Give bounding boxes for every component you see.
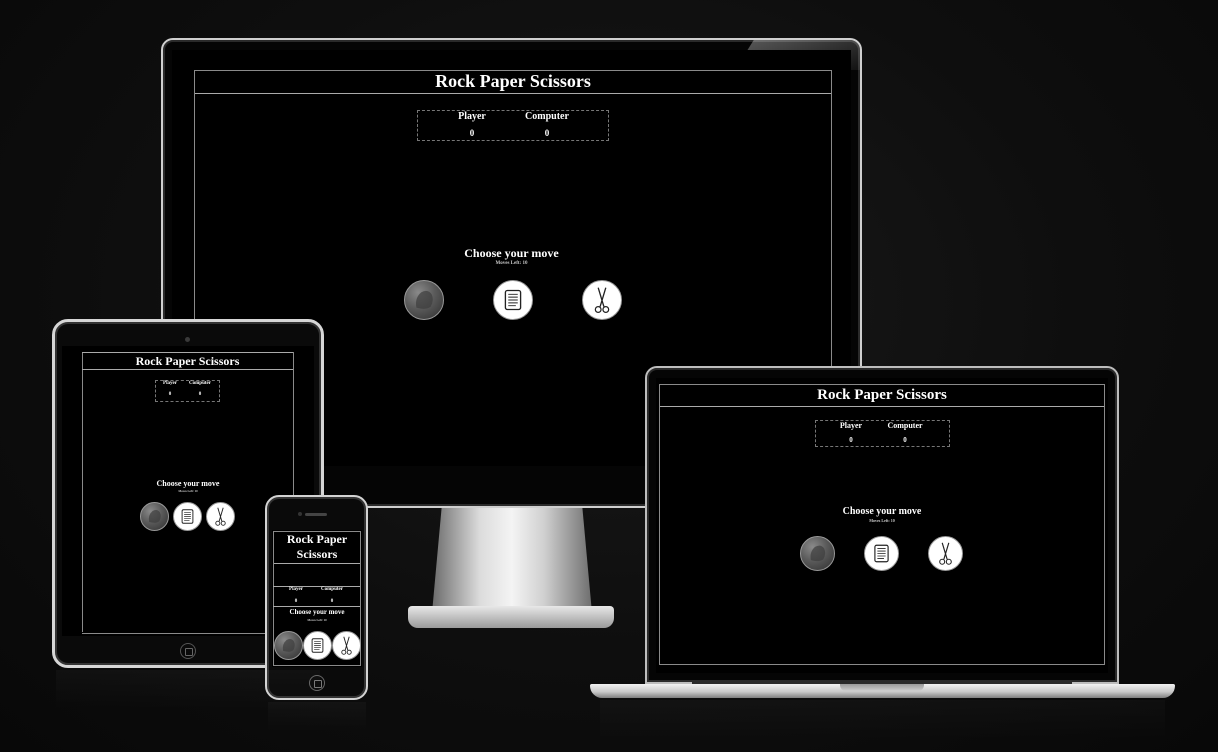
page-title-line-2: Scissors [296, 547, 338, 561]
player-label: Player [163, 381, 177, 386]
scissors-button[interactable] [928, 536, 963, 571]
page-bottom-line [82, 633, 294, 634]
scissors-button[interactable] [206, 502, 235, 531]
tablet-camera [185, 337, 190, 342]
computer-label: Computer [887, 421, 923, 430]
rock-button[interactable] [274, 631, 303, 660]
rock-icon [810, 545, 826, 562]
computer-label: Computer [321, 587, 343, 592]
scissors-button[interactable] [332, 631, 361, 660]
paper-button[interactable] [303, 631, 332, 660]
monitor-stand-neck [432, 508, 592, 613]
phone-reflection [268, 702, 366, 732]
player-label: Player [458, 111, 486, 122]
page-title: Rock Paper Scissors [82, 352, 293, 370]
computer-score: 0 [544, 128, 550, 138]
phone-camera [298, 512, 302, 516]
moves-left: Moves Left: 10 [178, 489, 198, 493]
paper-icon [874, 544, 889, 563]
rock-icon [148, 510, 161, 523]
player-label: Player [839, 421, 863, 430]
player-score: 0 [168, 392, 172, 397]
choose-move-heading: Choose your move [156, 479, 220, 488]
moves-left: Moves Left: 10 [307, 618, 327, 622]
rock-button[interactable] [800, 536, 835, 571]
laptop-reflection [600, 700, 1165, 740]
choose-move-heading: Choose your move [289, 608, 345, 616]
computer-label: Computer [525, 111, 569, 122]
page-title: Rock Paper Scissors [660, 384, 1104, 407]
rock-button[interactable] [140, 502, 169, 531]
scissors-icon [594, 287, 610, 313]
phone-screen: Rock Paper Scissors Player Computer 0 0 … [272, 530, 362, 667]
computer-label: Computer [189, 381, 211, 386]
scissors-icon [341, 636, 352, 655]
paper-button[interactable] [864, 536, 899, 571]
player-score: 0 [849, 436, 853, 444]
paper-icon [181, 509, 194, 524]
computer-score: 0 [903, 436, 907, 444]
rock-icon [415, 290, 433, 309]
scissors-icon [939, 542, 952, 565]
rock-button[interactable] [404, 280, 444, 320]
page-title-line-1: Rock Paper [286, 532, 348, 546]
paper-icon [311, 638, 324, 653]
page-title: Rock Paper Scissors [195, 70, 831, 94]
laptop-screen: Rock Paper Scissors Player Computer 0 0 … [656, 378, 1108, 673]
moves-left: Moves Left: 10 [869, 518, 895, 523]
monitor-stand-foot [408, 606, 614, 628]
page-title: Rock Paper Scissors [274, 532, 360, 564]
tablet-home-button [180, 643, 196, 659]
paper-icon [504, 289, 522, 311]
scissors-icon [215, 507, 226, 526]
phone-speaker [305, 513, 327, 516]
laptop-notch [840, 684, 924, 691]
computer-score: 0 [330, 599, 334, 604]
player-score: 0 [469, 128, 475, 138]
choose-move-heading: Choose your move [842, 506, 922, 517]
paper-button[interactable] [493, 280, 533, 320]
rock-icon [282, 639, 295, 652]
scissors-button[interactable] [582, 280, 622, 320]
moves-left: Moves Left: 10 [495, 261, 528, 266]
choose-move-heading: Choose your move [464, 246, 559, 260]
paper-button[interactable] [173, 502, 202, 531]
player-score: 0 [294, 599, 298, 604]
player-label: Player [289, 587, 303, 592]
computer-score: 0 [198, 392, 202, 397]
divider [273, 606, 360, 607]
